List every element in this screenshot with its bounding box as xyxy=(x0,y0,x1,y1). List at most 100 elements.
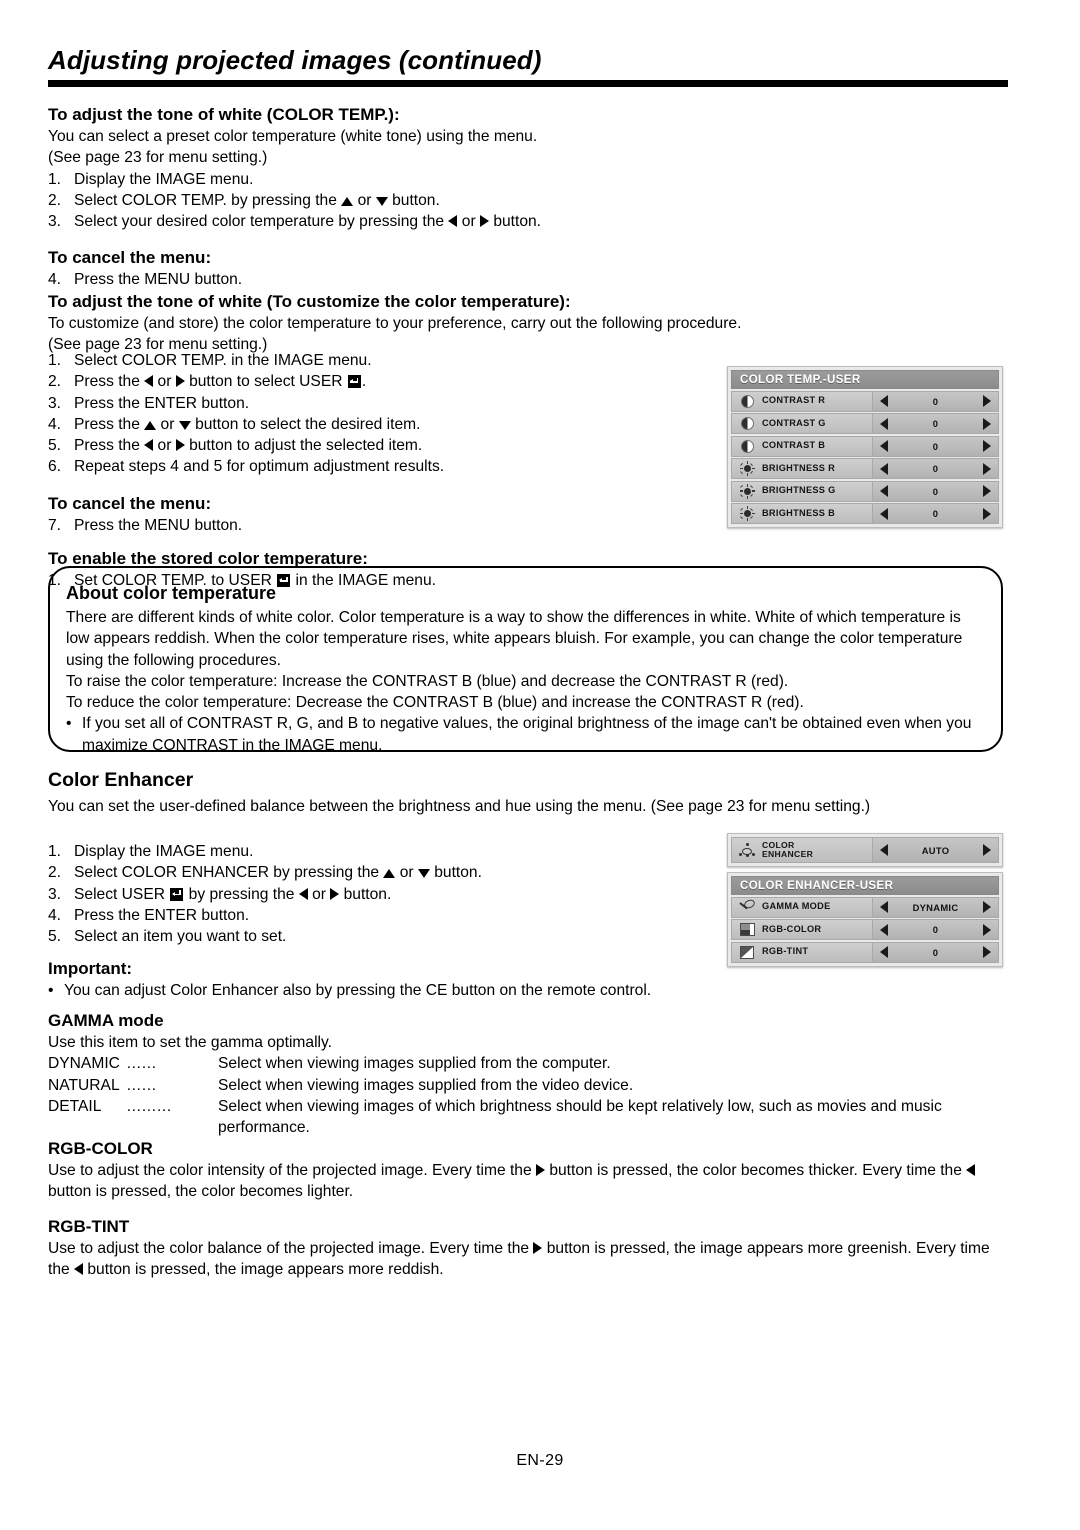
left-arrow-icon[interactable] xyxy=(880,485,888,497)
left-arrow-icon[interactable] xyxy=(880,923,888,936)
osd-value-control[interactable]: 0 xyxy=(873,480,999,502)
color-temp-intro-line2: (See page 23 for menu setting.) xyxy=(48,149,268,167)
osd-item-label: RGB-TINT xyxy=(762,946,809,957)
section-gamma-mode: GAMMA mode Use this item to set the gamm… xyxy=(48,1010,1000,1138)
osd-value-control[interactable]: DYNAMIC xyxy=(873,896,999,918)
osd-value: 0 xyxy=(932,395,939,407)
up-arrow-icon xyxy=(144,420,157,430)
customize-intro-line1: To customize (and store) the color tempe… xyxy=(48,315,742,332)
osd-row-gamma-mode[interactable]: GAMMA MODE DYNAMIC xyxy=(731,896,999,918)
right-arrow-icon[interactable] xyxy=(983,507,991,520)
list-text: Press the MENU button. xyxy=(74,516,243,534)
list-item: 4. Press the ENTER button. xyxy=(48,905,708,926)
right-arrow-icon[interactable] xyxy=(983,946,991,958)
list-text: Display the IMAGE menu. xyxy=(74,170,254,188)
left-arrow-icon xyxy=(144,439,154,452)
contrast-icon xyxy=(732,417,762,430)
left-arrow-icon[interactable] xyxy=(880,946,888,958)
bullet-marker: • xyxy=(48,982,54,999)
osd-value-control[interactable]: 0 xyxy=(873,390,999,412)
osd-row-contrast-r[interactable]: CONTRAST R 0 xyxy=(731,390,999,412)
bullet-marker: • xyxy=(66,715,72,733)
list-item: 5. Select an item you want to set. xyxy=(48,926,708,947)
list-number: 7. xyxy=(48,516,62,534)
up-arrow-icon xyxy=(383,869,396,879)
section-rgb-tint: RGB-TINT Use to adjust the color balance… xyxy=(48,1216,1000,1281)
osd-row-brightness-g[interactable]: BRIGHTNESS G 0 xyxy=(731,480,999,502)
list-item: 3. Select your desired color temperature… xyxy=(48,211,1000,232)
document-page: Adjusting projected images (continued) T… xyxy=(0,0,1080,1530)
left-arrow-icon[interactable] xyxy=(880,417,888,430)
osd-item-label: CONTRAST R xyxy=(762,395,826,406)
osd-value-control[interactable]: 0 xyxy=(873,413,999,434)
osd-color-temp-user-panel[interactable]: COLOR TEMP.-USER CONTRAST R 0 CONTRAST G… xyxy=(727,366,1003,528)
osd-value-control[interactable]: 0 xyxy=(873,435,999,457)
gamma-item: DYNAMIC …… Select when viewing images su… xyxy=(48,1053,1000,1074)
osd-label: CONTRAST R xyxy=(731,390,873,412)
left-arrow-icon[interactable] xyxy=(880,462,888,475)
callout-bullet: • If you set all of CONTRAST R, G, and B… xyxy=(66,713,985,756)
brightness-icon xyxy=(732,483,762,499)
left-arrow-icon xyxy=(966,1164,976,1176)
list-text: Press the or button to adjust the select… xyxy=(74,437,423,455)
osd-value: AUTO xyxy=(921,844,950,856)
list-item: 2. Select COLOR TEMP. by pressing the or… xyxy=(48,190,1000,211)
list-number: 1. xyxy=(48,352,62,369)
list-number: 4. xyxy=(48,415,62,433)
right-arrow-icon[interactable] xyxy=(983,395,991,407)
osd-row-rgb-color[interactable]: RGB-COLOR 0 xyxy=(731,919,999,940)
osd-label: GAMMA MODE xyxy=(731,896,873,918)
list-text: Select COLOR ENHANCER by pressing the or… xyxy=(74,864,482,882)
left-arrow-icon[interactable] xyxy=(880,844,888,856)
list-text: Display the IMAGE menu. xyxy=(74,843,254,860)
osd-value-control[interactable]: AUTO xyxy=(873,837,999,863)
up-arrow-icon xyxy=(341,196,354,206)
osd-item-label: COLOR ENHANCER xyxy=(762,839,814,859)
important-block: Important: • You can adjust Color Enhanc… xyxy=(48,958,1000,1001)
osd-color-enhancer-panel[interactable]: COLOR ENHANCER AUTO xyxy=(727,833,1003,867)
list-item: 3. Press the ENTER button. xyxy=(48,393,708,414)
right-arrow-icon[interactable] xyxy=(983,440,991,452)
right-arrow-icon[interactable] xyxy=(983,844,991,856)
list-item: 5. Press the or button to adjust the sel… xyxy=(48,435,708,456)
osd-value: 0 xyxy=(932,440,939,452)
osd-row-brightness-r[interactable]: BRIGHTNESS R 0 xyxy=(731,458,999,479)
right-arrow-icon[interactable] xyxy=(983,923,991,936)
right-arrow-icon[interactable] xyxy=(983,417,991,430)
osd-color-enhancer-user-panel[interactable]: COLOR ENHANCER-USER GAMMA MODE DYNAMIC R… xyxy=(727,872,1003,967)
left-arrow-icon[interactable] xyxy=(880,901,888,913)
left-arrow-icon[interactable] xyxy=(880,395,888,407)
color-enhancer-steps: 1. Display the IMAGE menu. 2. Select COL… xyxy=(48,841,708,947)
callout-heading: About color temperature xyxy=(66,583,277,603)
osd-value-control[interactable]: 0 xyxy=(873,458,999,479)
osd-value-control[interactable]: 0 xyxy=(873,919,999,940)
right-arrow-icon xyxy=(330,887,340,900)
list-item: 1. Display the IMAGE menu. xyxy=(48,841,708,862)
list-number: 5. xyxy=(48,437,62,455)
left-arrow-icon[interactable] xyxy=(880,440,888,452)
osd-row-contrast-g[interactable]: CONTRAST G 0 xyxy=(731,413,999,434)
osd-value-control[interactable]: 0 xyxy=(873,503,999,524)
list-text: Press the MENU button. xyxy=(74,271,243,289)
down-arrow-icon xyxy=(417,869,430,879)
osd-row-brightness-b[interactable]: BRIGHTNESS B 0 xyxy=(731,503,999,524)
page-number: EN-29 xyxy=(516,1452,564,1469)
right-arrow-icon[interactable] xyxy=(983,485,991,497)
list-number: 1. xyxy=(48,843,62,860)
osd-row-contrast-b[interactable]: CONTRAST B 0 xyxy=(731,435,999,457)
right-arrow-icon xyxy=(535,1164,545,1176)
osd-item-label: BRIGHTNESS B xyxy=(762,507,836,518)
color-temp-heading: To adjust the tone of white (COLOR TEMP.… xyxy=(48,105,400,124)
gamma-desc: Select when viewing images supplied from… xyxy=(218,1055,611,1073)
color-enhancer-intro: You can set the user-defined balance bet… xyxy=(48,796,1000,817)
right-arrow-icon[interactable] xyxy=(983,462,991,475)
right-arrow-icon xyxy=(479,215,489,228)
list-text: Select COLOR TEMP. in the IMAGE menu. xyxy=(74,352,372,369)
right-arrow-icon[interactable] xyxy=(983,901,991,913)
right-arrow-icon xyxy=(175,439,185,452)
osd-row-color-enhancer[interactable]: COLOR ENHANCER AUTO xyxy=(731,837,999,863)
gamma-item: DETAIL ……… Select when viewing images of… xyxy=(48,1096,1000,1139)
left-arrow-icon[interactable] xyxy=(880,507,888,520)
osd-value: 0 xyxy=(932,463,939,474)
enter-key-icon xyxy=(347,375,361,389)
